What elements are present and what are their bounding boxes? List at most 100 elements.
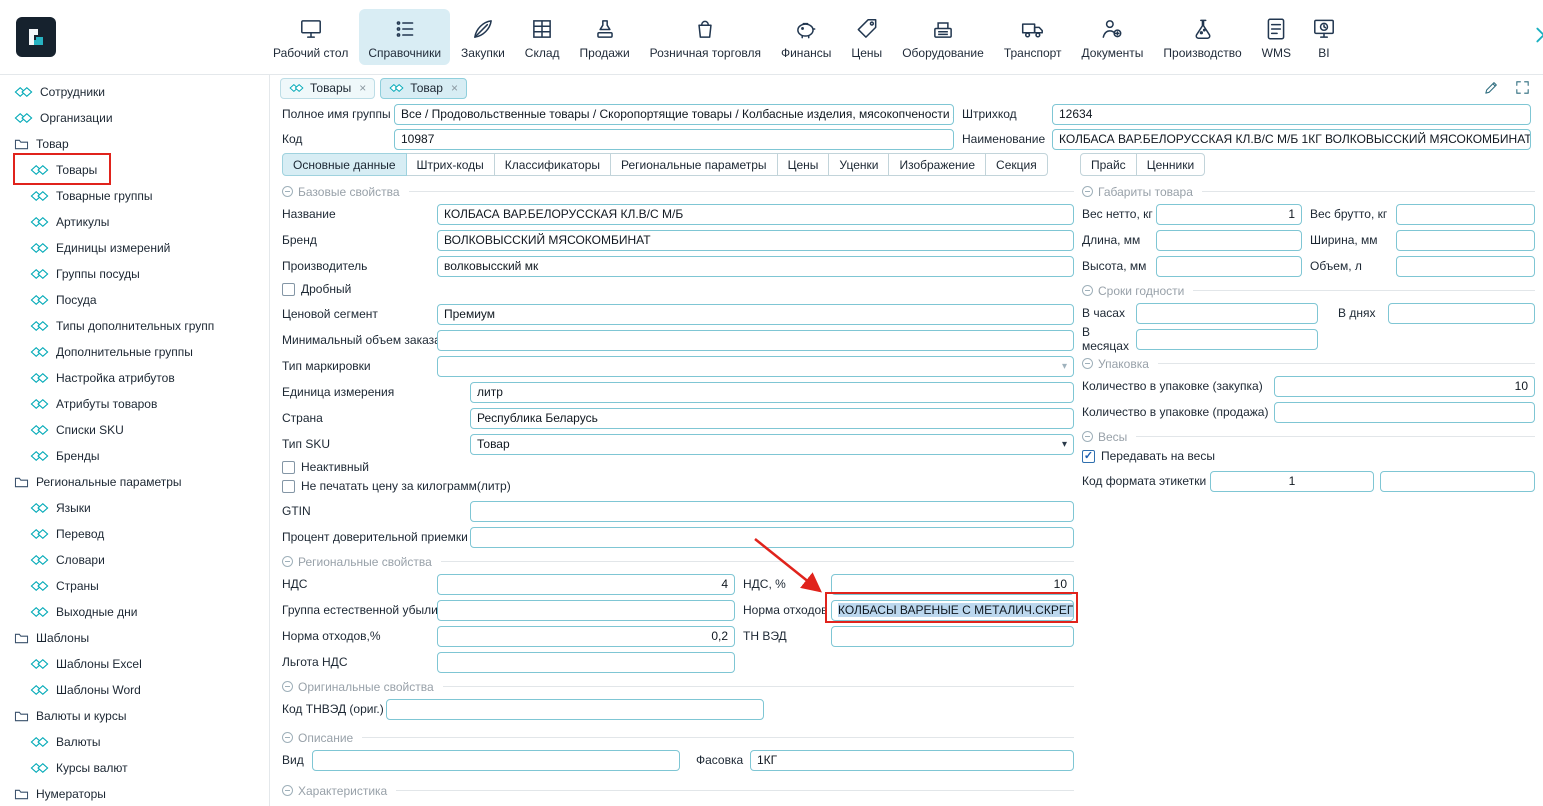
tab-tovar[interactable]: Товар × bbox=[380, 78, 467, 99]
unit-input[interactable]: литр bbox=[470, 382, 1074, 403]
edit-icon[interactable] bbox=[1483, 79, 1500, 96]
pack-purchase-input[interactable]: 10 bbox=[1274, 376, 1535, 397]
manufacturer-input[interactable]: волковысский мк bbox=[437, 256, 1074, 277]
length-input[interactable] bbox=[1156, 230, 1302, 251]
segment-input[interactable]: Премиум bbox=[437, 304, 1074, 325]
toolbar-item-desktop[interactable]: Рабочий стол bbox=[264, 9, 357, 65]
full-group-input[interactable]: Все / Продовольственные товары / Скоропо… bbox=[394, 104, 954, 125]
toolbar-item-finance[interactable]: Финансы bbox=[772, 9, 840, 65]
inactive-checkbox[interactable] bbox=[282, 461, 295, 474]
sidebar-item-yazyki[interactable]: Языки bbox=[0, 495, 269, 521]
sidebar-item-organizatsii[interactable]: Организации bbox=[0, 105, 269, 131]
sidebar-item-artikuly[interactable]: Артикулы bbox=[0, 209, 269, 235]
months-input[interactable] bbox=[1136, 329, 1318, 350]
subtab-tsenniki[interactable]: Ценники bbox=[1136, 153, 1205, 176]
app-logo[interactable] bbox=[16, 17, 56, 57]
sidebar-item-vyhodnye-dni[interactable]: Выходные дни bbox=[0, 599, 269, 625]
collapse-icon[interactable] bbox=[1082, 285, 1093, 296]
sidebar-folder-shablony[interactable]: Шаблоны bbox=[0, 625, 269, 651]
pack-sale-input[interactable] bbox=[1274, 402, 1535, 423]
collapse-icon[interactable] bbox=[1082, 431, 1093, 442]
code-input[interactable]: 10987 bbox=[394, 129, 954, 150]
toolbar-item-warehouse[interactable]: Склад bbox=[516, 9, 569, 65]
collapse-icon[interactable] bbox=[282, 732, 293, 743]
vat-benefit-input[interactable] bbox=[437, 652, 735, 673]
gtin-input[interactable] bbox=[470, 501, 1074, 522]
collapse-icon[interactable] bbox=[1082, 186, 1093, 197]
sidebar-item-atributy-tovarov[interactable]: Атрибуты товаров bbox=[0, 391, 269, 417]
subtab-sektsiya[interactable]: Секция bbox=[985, 153, 1048, 176]
sidebar-item-shablony-word[interactable]: Шаблоны Word bbox=[0, 677, 269, 703]
no-kg-price-checkbox[interactable] bbox=[282, 480, 295, 493]
sidebar-item-dopolnitelnye-gruppy[interactable]: Дополнительные группы bbox=[0, 339, 269, 365]
toolbar-item-directories[interactable]: Справочники bbox=[359, 9, 450, 65]
net-weight-input[interactable]: 1 bbox=[1156, 204, 1302, 225]
tnved-orig-input[interactable] bbox=[386, 699, 764, 720]
tnved-input[interactable] bbox=[831, 626, 1074, 647]
packing-input[interactable]: 1КГ bbox=[750, 750, 1074, 771]
days-input[interactable] bbox=[1388, 303, 1535, 324]
trust-percent-input[interactable] bbox=[470, 527, 1074, 548]
sidebar-item-sotrudniki[interactable]: Сотрудники bbox=[0, 79, 269, 105]
sidebar-item-tovary[interactable]: Товары bbox=[0, 157, 269, 183]
collapse-icon[interactable] bbox=[1082, 358, 1093, 369]
subtab-tseny[interactable]: Цены bbox=[777, 153, 830, 176]
sidebar-folder-numeratory[interactable]: Нумераторы bbox=[0, 781, 269, 806]
product-name-input[interactable]: КОЛБАСА ВАР.БЕЛОРУССКАЯ КЛ.В/С М/Б bbox=[437, 204, 1074, 225]
sidebar-folder-valyuty-i-kursy[interactable]: Валюты и курсы bbox=[0, 703, 269, 729]
kind-input[interactable] bbox=[312, 750, 680, 771]
expand-icon[interactable] bbox=[1514, 79, 1531, 96]
toolbar-item-equipment[interactable]: Оборудование bbox=[893, 9, 993, 65]
country-input[interactable]: Республика Беларусь bbox=[470, 408, 1074, 429]
brand-input[interactable]: ВОЛКОВЫССКИЙ МЯСОКОМБИНАТ bbox=[437, 230, 1074, 251]
toolbar-item-purchases[interactable]: Закупки bbox=[452, 9, 514, 65]
sidebar-item-strany[interactable]: Страны bbox=[0, 573, 269, 599]
collapse-icon[interactable] bbox=[282, 785, 293, 796]
volume-input[interactable] bbox=[1396, 256, 1535, 277]
sidebar-item-kursy-valyut[interactable]: Курсы валют bbox=[0, 755, 269, 781]
toolbar-item-bi[interactable]: BI bbox=[1302, 9, 1346, 65]
subtab-klassifikatory[interactable]: Классификаторы bbox=[494, 153, 611, 176]
width-input[interactable] bbox=[1396, 230, 1535, 251]
clipped-toolbar-icon[interactable] bbox=[1530, 24, 1543, 46]
label-format-code-input[interactable]: 1 bbox=[1210, 471, 1374, 492]
toolbar-item-transport[interactable]: Транспорт bbox=[995, 9, 1071, 65]
toolbar-item-sales[interactable]: Продажи bbox=[571, 9, 639, 65]
toolbar-item-wms[interactable]: WMS bbox=[1253, 9, 1300, 65]
sidebar-item-gruppy-posudy[interactable]: Группы посуды bbox=[0, 261, 269, 287]
sidebar-folder-tovar[interactable]: Товар bbox=[0, 131, 269, 157]
toolbar-item-documents[interactable]: Документы bbox=[1073, 9, 1153, 65]
min-order-input[interactable] bbox=[437, 330, 1074, 351]
vat-pct-input[interactable]: 10 bbox=[831, 574, 1074, 595]
waste-norm-input[interactable]: КОЛБАСЫ ВАРЕНЫЕ С МЕТАЛИЧ.СКРЕПКА bbox=[831, 600, 1074, 621]
subtab-izobrazhenie[interactable]: Изображение bbox=[888, 153, 986, 176]
label-format-extra-input[interactable] bbox=[1380, 471, 1535, 492]
toolbar-item-prices[interactable]: Цены bbox=[842, 9, 891, 65]
sku-type-select[interactable]: Товар▾ bbox=[470, 434, 1074, 455]
waste-pct-input[interactable]: 0,2 bbox=[437, 626, 735, 647]
sidebar-item-perevod[interactable]: Перевод bbox=[0, 521, 269, 547]
subtab-utsenki[interactable]: Уценки bbox=[828, 153, 889, 176]
sidebar-item-posuda[interactable]: Посуда bbox=[0, 287, 269, 313]
hours-input[interactable] bbox=[1136, 303, 1318, 324]
vat-input[interactable]: 4 bbox=[437, 574, 735, 595]
sidebar-item-spiski-sku[interactable]: Списки SKU bbox=[0, 417, 269, 443]
sidebar-item-brendy[interactable]: Бренды bbox=[0, 443, 269, 469]
sidebar-item-tovarnye-gruppy[interactable]: Товарные группы bbox=[0, 183, 269, 209]
sidebar-item-edinitsy-izmerenij[interactable]: Единицы измерений bbox=[0, 235, 269, 261]
subtab-osnovnye-dannye[interactable]: Основные данные bbox=[282, 153, 407, 176]
close-icon[interactable]: × bbox=[451, 81, 458, 95]
marking-type-select[interactable]: ▾ bbox=[437, 356, 1074, 377]
subtab-prajs[interactable]: Прайс bbox=[1080, 153, 1137, 176]
gross-weight-input[interactable] bbox=[1396, 204, 1535, 225]
name-input[interactable]: КОЛБАСА ВАР.БЕЛОРУССКАЯ КЛ.В/С М/Б 1КГ В… bbox=[1052, 129, 1531, 150]
sidebar-item-slovari[interactable]: Словари bbox=[0, 547, 269, 573]
sidebar-item-shablony-excel[interactable]: Шаблоны Excel bbox=[0, 651, 269, 677]
fractional-checkbox[interactable] bbox=[282, 283, 295, 296]
barcode-input[interactable]: 12634 bbox=[1052, 104, 1531, 125]
toolbar-item-production[interactable]: Производство bbox=[1154, 9, 1250, 65]
sidebar-item-valyuty[interactable]: Валюты bbox=[0, 729, 269, 755]
sidebar-item-nastrojka-atributov[interactable]: Настройка атрибутов bbox=[0, 365, 269, 391]
tab-tovary[interactable]: Товары × bbox=[280, 78, 375, 99]
sidebar-item-tipy-dopolnitelnyh-grupp[interactable]: Типы дополнительных групп bbox=[0, 313, 269, 339]
